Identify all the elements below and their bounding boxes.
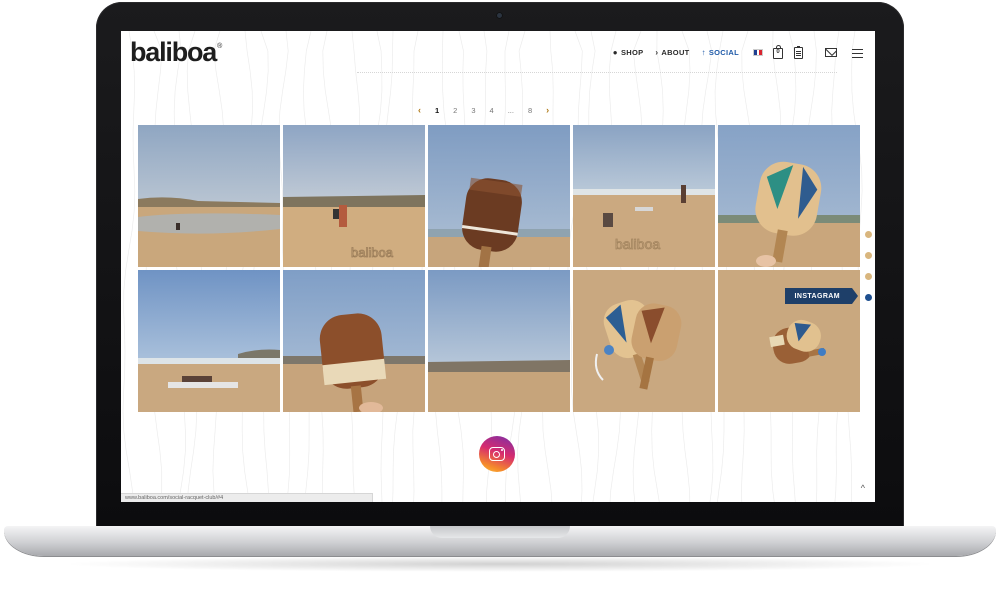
photo-thumbnail[interactable] [573, 270, 715, 412]
screen: baliboa® ● SHOP › ABOUT ↑ SOCIAL 0 ‹ 1 2… [121, 31, 875, 502]
clipboard-button[interactable] [794, 46, 805, 59]
beach-photo [428, 270, 570, 412]
nav-social-label: SOCIAL [708, 48, 739, 57]
beach-photo: baliboa [283, 125, 425, 267]
section-dot[interactable] [865, 252, 872, 259]
status-bar-url: www.baliboa.com/social-racquet-club/#4 [121, 493, 373, 502]
page-link[interactable]: 2 [453, 106, 457, 115]
hamburger-menu-icon [852, 49, 863, 58]
nav-shop[interactable]: ● SHOP [613, 48, 644, 57]
main-nav: ● SHOP › ABOUT ↑ SOCIAL 0 [601, 45, 863, 59]
instagram-label[interactable]: INSTAGRAM [784, 288, 859, 304]
side-section-nav [863, 231, 875, 315]
racket-photo [718, 125, 860, 267]
page-link[interactable]: 8 [528, 106, 532, 115]
laptop-notch [430, 526, 570, 538]
instagram-photo-grid: baliboa baliboa [138, 125, 860, 413]
pagination-prev[interactable]: ‹ [418, 105, 421, 115]
photo-thumbnail[interactable]: baliboa [573, 125, 715, 267]
flag-france-icon[interactable] [753, 49, 763, 56]
dot-icon: ● [612, 48, 618, 57]
page-link[interactable]: 3 [471, 106, 475, 115]
chevron-right-icon: › [655, 48, 659, 57]
photo-thumbnail[interactable] [138, 125, 280, 267]
nav-about[interactable]: › ABOUT [655, 48, 689, 57]
site-header: baliboa® ● SHOP › ABOUT ↑ SOCIAL 0 [121, 31, 875, 77]
racket-photo [283, 270, 425, 412]
chevron-up-icon: ^ [860, 483, 865, 493]
photo-thumbnail[interactable] [283, 270, 425, 412]
woodgrain-line [122, 31, 136, 502]
beach-photo: baliboa [573, 125, 715, 267]
svg-text:baliboa: baliboa [615, 236, 660, 252]
mail-icon [825, 48, 837, 57]
section-dot[interactable] [865, 273, 872, 280]
arrow-up-icon: ↑ [701, 48, 706, 57]
photo-thumbnail[interactable] [718, 125, 860, 267]
section-dot-active[interactable] [865, 294, 872, 301]
nav-shop-label: SHOP [620, 48, 644, 57]
laptop-shadow [60, 556, 940, 572]
cart-button[interactable]: 0 [773, 45, 784, 59]
camera-icon [496, 12, 503, 19]
mail-button[interactable] [825, 46, 838, 59]
rackets-on-sand-photo [573, 270, 715, 412]
beach-photo [138, 270, 280, 412]
photo-thumbnail[interactable] [428, 125, 570, 267]
racket-photo [428, 125, 570, 267]
photo-thumbnail[interactable] [428, 270, 570, 412]
logo-text: baliboa [130, 37, 217, 67]
nav-social[interactable]: ↑ SOCIAL [702, 48, 739, 57]
svg-text:baliboa: baliboa [351, 245, 394, 260]
photo-thumbnail[interactable] [138, 270, 280, 412]
scroll-top-button[interactable]: ^ [861, 483, 865, 493]
section-dot[interactable] [865, 231, 872, 238]
pagination: ‹ 1 2 3 4 ... 8 › [411, 105, 556, 115]
cart-count: 0 [776, 49, 780, 55]
header-divider [357, 72, 837, 73]
instagram-button[interactable] [479, 436, 515, 472]
page-ellipsis: ... [507, 105, 514, 115]
logo-mark: ® [217, 43, 222, 50]
page-link[interactable]: 4 [490, 106, 494, 115]
instagram-icon [489, 447, 505, 461]
photo-thumbnail[interactable]: baliboa [283, 125, 425, 267]
clipboard-icon [794, 46, 803, 59]
brand-logo[interactable]: baliboa® [130, 37, 222, 68]
beach-photo [138, 125, 280, 267]
pagination-next[interactable]: › [546, 105, 549, 115]
nav-about-label: ABOUT [661, 48, 690, 57]
menu-button[interactable] [852, 46, 863, 59]
page-link[interactable]: 1 [435, 106, 439, 115]
